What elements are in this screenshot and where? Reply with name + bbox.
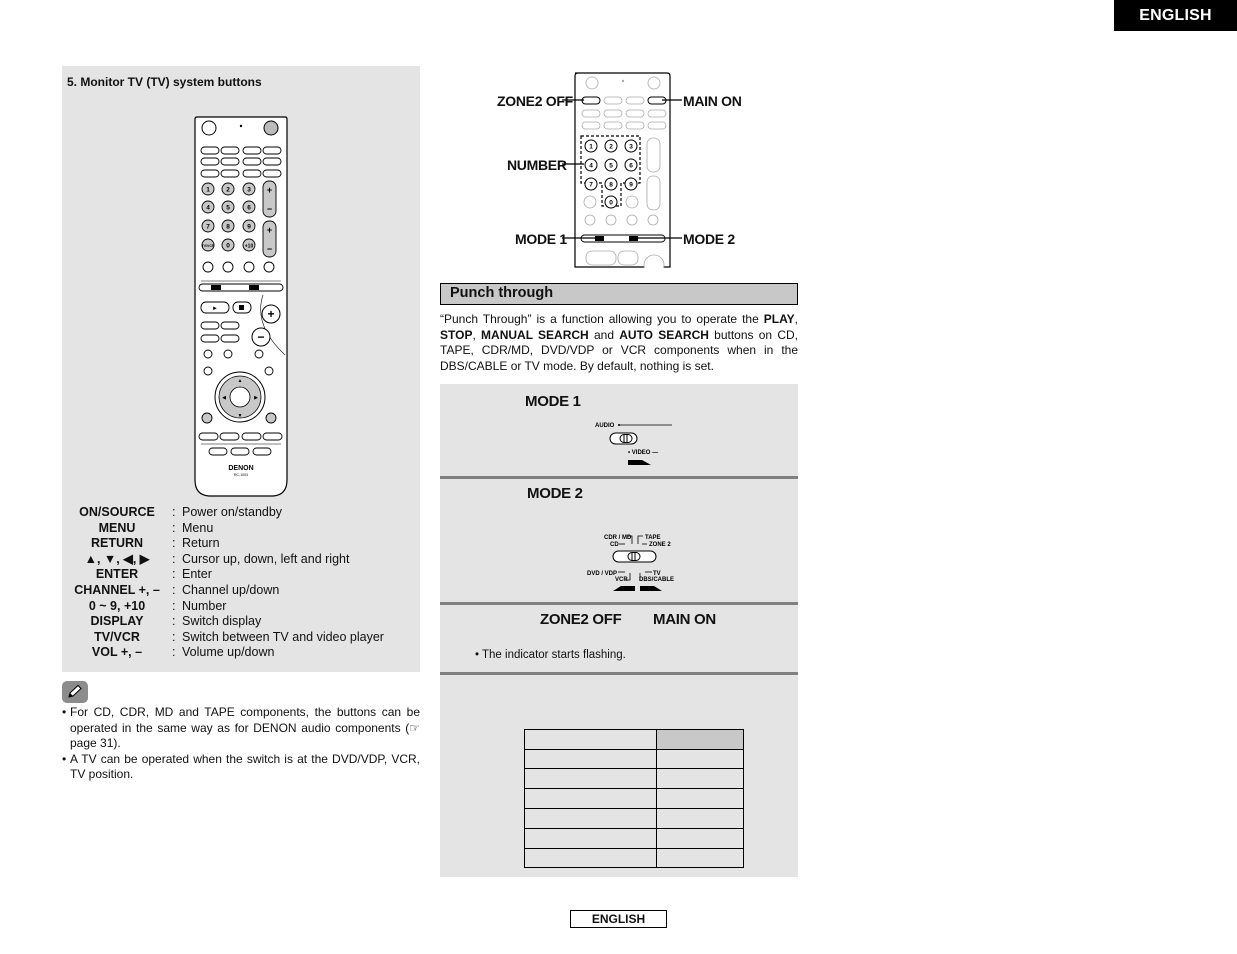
svg-text:ZONE 2: ZONE 2: [649, 542, 671, 548]
svg-text:+: +: [267, 185, 272, 195]
step-title: MODE 2: [527, 485, 583, 502]
svg-text:TAPE: TAPE: [645, 535, 661, 541]
footer-language-badge: ENGLISH: [570, 910, 667, 928]
svg-text:▲: ▲: [238, 378, 243, 384]
button-name: AUTO SEARCH: [619, 327, 709, 342]
key-8: 8: [609, 182, 613, 189]
zone2-off-button: [581, 96, 601, 105]
key-4: 4: [589, 163, 593, 170]
svg-text:▶: ▶: [254, 395, 258, 401]
step-mode2: MODE 2 CDR / MD CD TAPE ZONE 2 DVD / VDP…: [440, 479, 798, 603]
key-7: 7: [589, 182, 593, 189]
table-row: [524, 848, 744, 868]
table-row: 0 ~ 9, +10: Number: [88, 598, 227, 613]
table-row: ENTER: Enter: [95, 567, 212, 582]
key-7: 7: [206, 224, 210, 231]
button-name: PLAY: [763, 312, 795, 326]
step-table: [440, 675, 798, 877]
table-row: TV/VCR: Switch between TV and video playe…: [94, 629, 384, 644]
svg-text:−: −: [267, 244, 272, 254]
svg-text:AUDIO: AUDIO: [595, 423, 615, 429]
pencil-icon: [62, 681, 88, 703]
callout-main-on: MAIN ON: [683, 93, 742, 109]
step-mode1: MODE 1 AUDIO • VIDEO —: [440, 384, 798, 477]
svg-text:+: +: [267, 307, 274, 321]
step-zone2-main: ZONE2 OFF MAIN ON • The indicator starts…: [440, 605, 798, 673]
monitor-tv-panel: 5. Monitor TV (TV) system buttons 1 2 3 …: [62, 66, 420, 672]
table-row: [524, 788, 744, 809]
svg-text:►: ►: [212, 306, 218, 312]
table-row: ON/SOURCE: Power on/standby: [79, 505, 283, 519]
key-3: 3: [629, 144, 633, 151]
key-4: 4: [206, 205, 210, 212]
indicator-note: • The indicator starts flashing.: [475, 649, 626, 661]
key-0: 0: [226, 243, 230, 250]
punch-through-heading: Punch through: [440, 283, 798, 305]
remote-brand-logo: DENON: [228, 465, 253, 472]
step-title-zone2-off: ZONE2 OFF: [540, 611, 622, 628]
mode1-switch-diagram: AUDIO • VIDEO —: [595, 423, 672, 465]
key-plus10: +10: [245, 244, 254, 250]
callout-zone2-off: ZONE2 OFF: [497, 93, 573, 109]
list-item: • A TV can be operated when the switch i…: [62, 751, 420, 782]
key-3: 3: [247, 187, 251, 194]
off-button: [201, 120, 217, 136]
step-title: MODE 1: [525, 393, 581, 410]
remote-model: RC-1003: [234, 473, 248, 477]
cursor-pad: ▲ ▼ ◀ ▶: [214, 371, 266, 423]
key-5: 5: [226, 205, 230, 212]
table-row: [524, 729, 744, 750]
key-5: 5: [609, 163, 613, 170]
key-2: 2: [609, 144, 613, 151]
section-title: 5. Monitor TV (TV) system buttons: [67, 75, 262, 89]
key-9: 9: [629, 182, 633, 189]
callout-mode1: MODE 1: [515, 231, 567, 247]
svg-text:−: −: [257, 330, 264, 344]
mode2-switch-diagram: CDR / MD CD TAPE ZONE 2 DVD / VDP VCR TV…: [587, 535, 674, 591]
on-source-button: [263, 120, 279, 136]
key-6: 6: [247, 205, 251, 212]
header-cell: [656, 729, 744, 750]
table-row: ▲, ▼, ◀, ▶: Cursor up, down, left and rig…: [84, 551, 350, 566]
key-1: 1: [589, 144, 593, 151]
table-row: [524, 808, 744, 829]
settings-table: [524, 729, 744, 868]
key-2: 2: [226, 187, 230, 194]
svg-text:DBS/CABLE: DBS/CABLE: [639, 577, 674, 583]
remote-control-illustration: 1 2 3 4 5 6 7 8 9 TV/VCR 0 +10 +− +− ► +…: [194, 116, 288, 497]
callout-mode2: MODE 2: [683, 231, 735, 247]
svg-text:• VIDEO —: • VIDEO —: [628, 450, 658, 456]
button-name: MANUAL SEARCH: [481, 327, 589, 342]
table-row: [524, 768, 744, 789]
mode1-switch: [595, 236, 604, 241]
notes-list: • For CD, CDR, MD and TAPE components, t…: [62, 705, 420, 783]
language-badge: ENGLISH: [1114, 0, 1237, 31]
key-0: 0: [609, 200, 613, 207]
table-row: VOL +, –: Volume up/down: [91, 645, 275, 660]
punch-through-description: “Punch Through” is a function allowing y…: [440, 312, 798, 373]
callout-number: NUMBER: [507, 157, 567, 173]
svg-text:▼: ▼: [238, 413, 243, 419]
table-row: CHANNEL +, –: Channel up/down: [74, 582, 280, 597]
button-name: STOP: [440, 327, 473, 342]
key-9: 9: [247, 224, 251, 231]
svg-text:−: −: [267, 204, 272, 214]
table-row: DISPLAY: Switch display: [90, 614, 262, 629]
table-row: [524, 828, 744, 849]
table-row: RETURN: Return: [90, 536, 220, 551]
key-1: 1: [206, 187, 210, 194]
key-6: 6: [629, 163, 633, 170]
table-row: [524, 749, 744, 769]
table-row: MENU: Menu: [98, 520, 214, 535]
svg-text:+: +: [267, 225, 272, 235]
svg-text:DVD / VDP: DVD / VDP: [587, 571, 617, 577]
button-function-list: ON/SOURCE: Power on/standby MENU: Menu RET…: [62, 505, 420, 661]
list-item: • For CD, CDR, MD and TAPE components, t…: [62, 705, 420, 751]
key-tv-vcr: TV/VCR: [202, 244, 215, 248]
step-title-main-on: MAIN ON: [653, 611, 716, 628]
svg-text:CD: CD: [610, 542, 619, 548]
key-8: 8: [226, 224, 230, 231]
svg-text:◀: ◀: [222, 395, 226, 401]
